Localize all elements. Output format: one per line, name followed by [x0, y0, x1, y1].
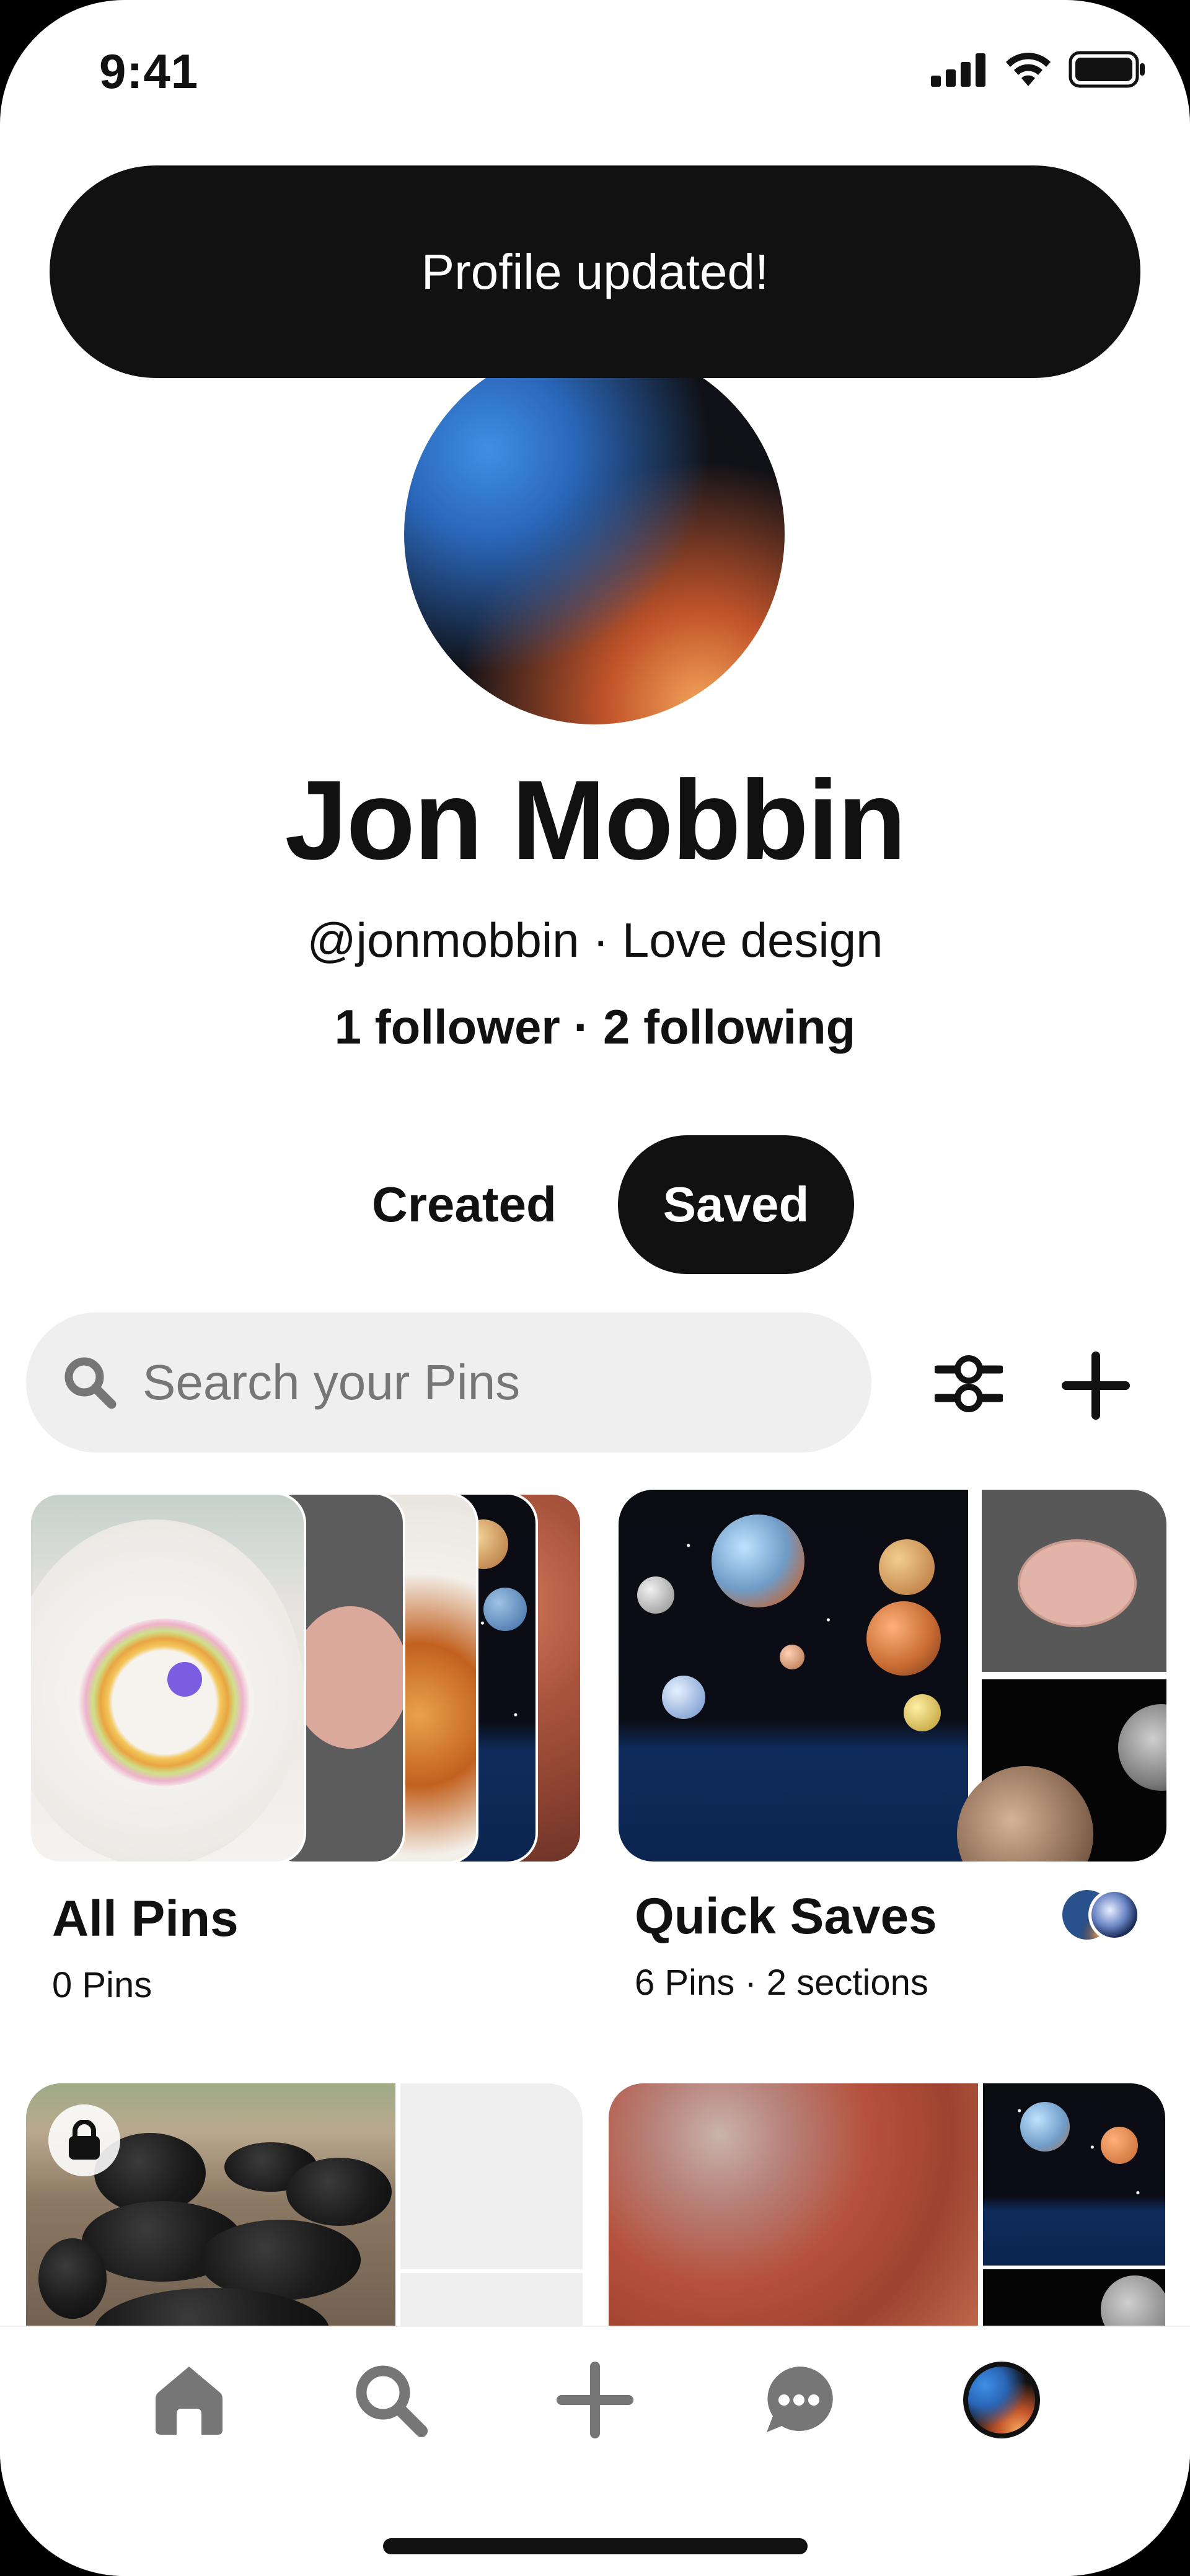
home-icon — [156, 2367, 223, 2435]
plus-icon — [557, 2362, 633, 2438]
cover-image-blank — [400, 2083, 583, 2269]
board-meta: 6 Pins · 2 sections — [635, 1963, 928, 2003]
lock-icon — [69, 2120, 100, 2160]
cover-image-space — [619, 1490, 968, 1862]
cover-image-texture — [609, 2083, 978, 2344]
board-cover — [619, 1490, 1166, 1862]
secret-board-badge — [48, 2104, 120, 2176]
tab-saved[interactable]: Saved — [618, 1135, 854, 1274]
nav-home[interactable] — [149, 2360, 229, 2440]
signal-icon — [931, 53, 985, 87]
profile-avatar-icon — [963, 2362, 1040, 2438]
search-icon — [64, 1357, 117, 1409]
cover-image-space — [983, 2083, 1165, 2266]
status-icons — [931, 51, 1147, 88]
tab-created[interactable]: Created — [372, 1176, 557, 1233]
home-indicator — [383, 2538, 808, 2554]
profile-name: Jon Mobbin — [284, 757, 907, 883]
search-input[interactable]: Search your Pins — [26, 1312, 871, 1453]
add-board-plus-icon[interactable] — [1061, 1351, 1130, 1420]
search-placeholder: Search your Pins — [143, 1355, 521, 1410]
nav-profile[interactable] — [961, 2360, 1042, 2440]
search-icon — [356, 2365, 428, 2437]
cover-image-dish — [982, 1490, 1166, 1672]
status-time: 9:41 — [99, 44, 199, 99]
wifi-icon — [1006, 53, 1051, 86]
nav-search[interactable] — [350, 2360, 431, 2440]
stack-image-plate — [29, 1492, 306, 1864]
board-cover-textures[interactable] — [609, 2083, 1165, 2344]
board-title: Quick Saves — [635, 1888, 937, 1945]
toast-message: Profile updated! — [421, 244, 769, 299]
board-cover-dishes[interactable] — [26, 2083, 583, 2344]
chat-icon — [767, 2366, 833, 2432]
cover-image-moon — [957, 1679, 1166, 1862]
profile-screen: 9:41 Profile updated! Jon Mobbin @jonmob… — [0, 0, 1190, 2576]
toast-notification: Profile updated! — [50, 165, 1140, 378]
battery-icon — [1069, 51, 1145, 88]
board-meta: 0 Pins — [52, 1965, 152, 2005]
nav-messages[interactable] — [759, 2360, 839, 2440]
board-title: All Pins — [52, 1891, 239, 1947]
profile-avatar[interactable] — [404, 344, 785, 724]
collaborator-avatars — [1062, 1889, 1140, 1941]
board-cover-stack — [29, 1492, 583, 1864]
filter-sliders-icon[interactable] — [935, 1352, 1003, 1414]
follow-counts[interactable]: 1 follower · 2 following — [0, 999, 1190, 1055]
board-all-pins[interactable]: All Pins 0 Pins — [29, 1492, 583, 2025]
nav-create[interactable] — [555, 2360, 635, 2440]
profile-handle: @jonmobbin · Love design — [307, 913, 883, 967]
board-quick-saves[interactable]: Quick Saves 6 Pins · 2 sections — [619, 1490, 1166, 2023]
